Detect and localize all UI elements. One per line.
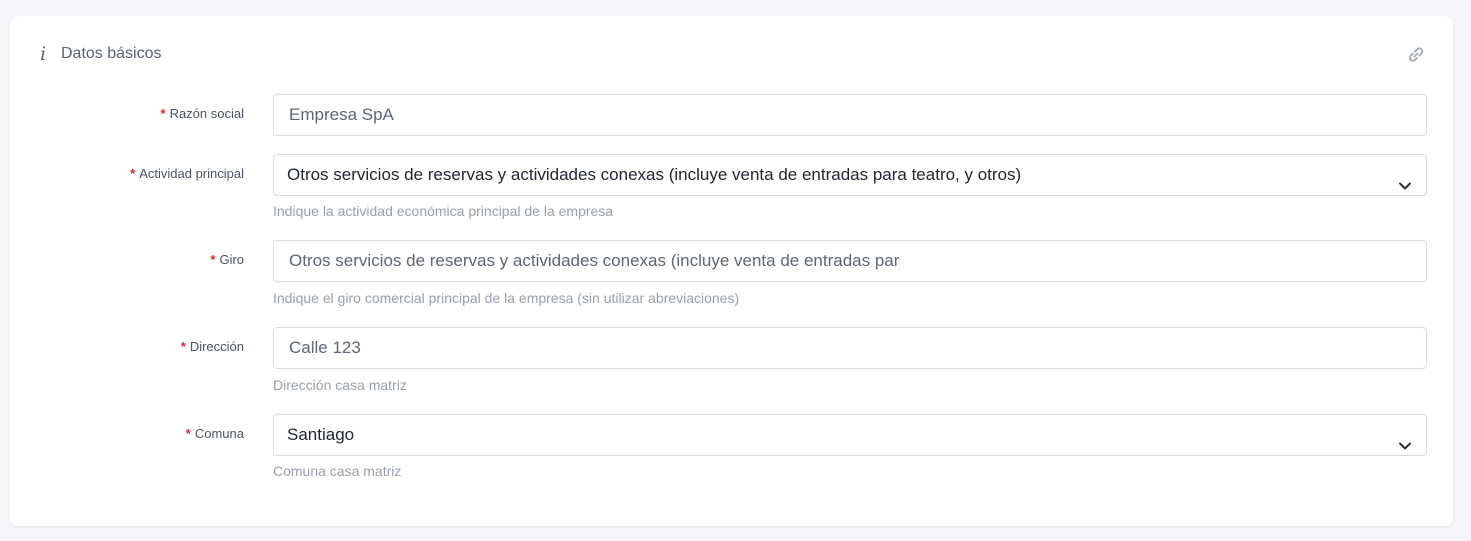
required-marker: * <box>160 106 166 121</box>
field-label-razon-social: * Razón social <box>160 106 245 121</box>
razon-social-input[interactable]: Empresa SpA <box>273 94 1427 136</box>
field-label-giro: * Giro <box>210 252 244 267</box>
info-icon: i <box>40 43 47 65</box>
giro-input[interactable]: Otros servicios de reservas y actividade… <box>273 240 1427 282</box>
required-marker: * <box>210 252 216 267</box>
card-title: Datos básicos <box>61 45 162 62</box>
required-marker: * <box>180 339 186 354</box>
comuna-value: Santiago <box>287 425 355 444</box>
field-label-actividad-principal: * Actividad principal <box>130 166 244 181</box>
required-marker: * <box>130 166 136 181</box>
direccion-input[interactable]: Calle 123 <box>273 327 1427 369</box>
required-marker: * <box>185 426 191 441</box>
actividad-principal-help: Indique la actividad económica principal… <box>273 203 614 219</box>
card-header: i Datos básicos <box>10 16 1453 92</box>
direccion-help: Dirección casa matriz <box>273 377 407 393</box>
chevron-down-icon <box>1398 428 1412 450</box>
comuna-help: Comuna casa matriz <box>273 463 402 479</box>
actividad-principal-value: Otros servicios de reservas y actividade… <box>287 165 1022 184</box>
basic-data-card: i Datos básicos * Razón social Empresa Sp… <box>10 16 1453 526</box>
giro-help: Indique el giro comercial principal de l… <box>273 290 740 306</box>
actividad-principal-select[interactable]: Otros servicios de reservas y actividade… <box>273 154 1427 196</box>
field-label-direccion: * Dirección <box>180 339 244 354</box>
field-label-comuna: * Comuna <box>185 426 244 441</box>
comuna-select[interactable]: Santiago <box>273 414 1427 456</box>
chevron-down-icon <box>1398 168 1412 190</box>
link-icon[interactable] <box>1405 44 1427 64</box>
